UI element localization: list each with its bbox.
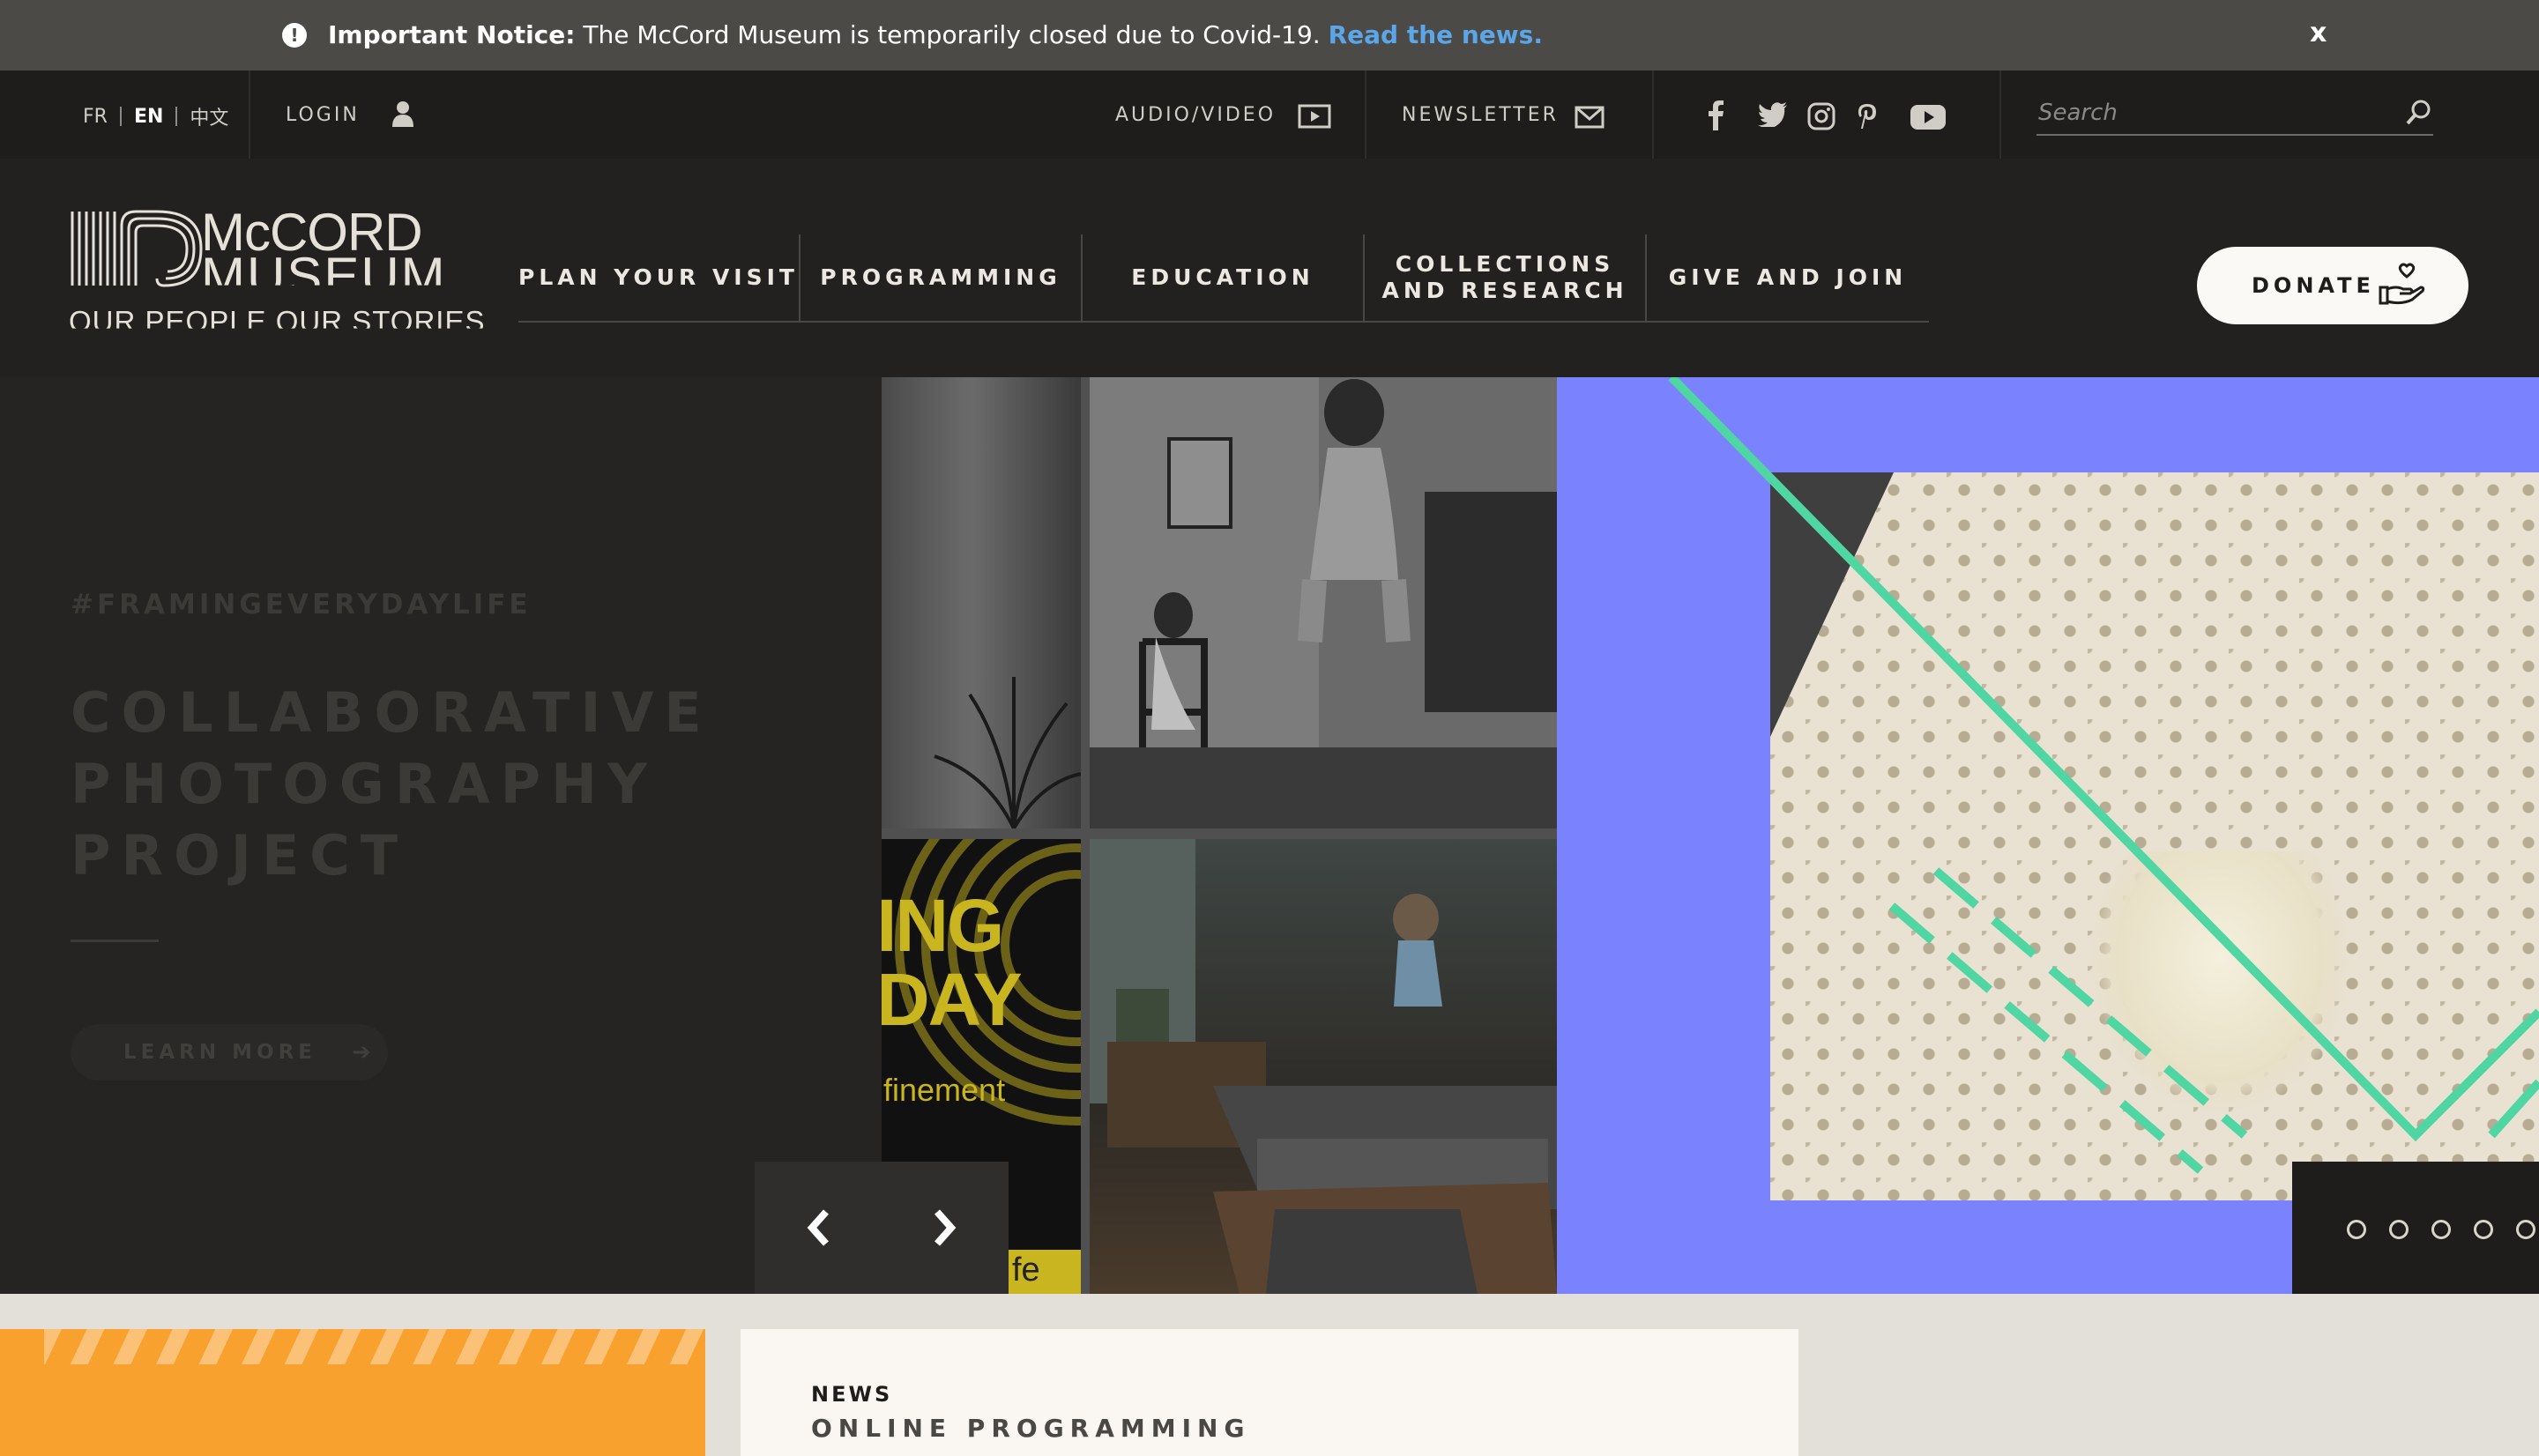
learn-more-button[interactable]: LEARN MORE ➔ bbox=[71, 1024, 388, 1081]
notice-text: Important Notice: The McCord Museum is t… bbox=[328, 19, 1543, 51]
login-link[interactable]: LOGIN bbox=[286, 104, 360, 126]
notice-message: The McCord Museum is temporarily closed … bbox=[583, 20, 1321, 49]
poster-text-4: fe bbox=[1012, 1252, 1040, 1289]
carousel-dot-4[interactable] bbox=[2474, 1220, 2493, 1239]
poster-text-3: finement bbox=[883, 1072, 1006, 1108]
living-room-illustration bbox=[1090, 839, 1557, 1294]
photo-living-room bbox=[1090, 839, 1557, 1294]
divider bbox=[1999, 71, 2001, 159]
nav-give-and-join[interactable]: GIVE AND JOIN bbox=[1645, 234, 1929, 321]
logo-line2: MUSEUM bbox=[201, 247, 447, 306]
search-input[interactable] bbox=[2036, 95, 2389, 130]
carousel-dot-1[interactable] bbox=[2347, 1220, 2366, 1239]
main-header: McCORD MUSEUM OUR PEOPLE OUR STORIES PLA… bbox=[0, 159, 2539, 377]
orange-stripes bbox=[44, 1329, 705, 1364]
notice-label: Important Notice: bbox=[328, 20, 576, 49]
divider bbox=[1652, 71, 1654, 159]
play-screen-icon[interactable] bbox=[1298, 104, 1331, 129]
orange-feature-card[interactable] bbox=[0, 1329, 705, 1456]
lang-fr[interactable]: FR bbox=[83, 106, 108, 128]
instagram-icon[interactable] bbox=[1807, 102, 1835, 130]
heart-hand-icon bbox=[2379, 263, 2425, 305]
plant-illustration bbox=[934, 677, 1081, 828]
boy-jumping-illustration bbox=[1090, 377, 1557, 828]
audio-video-link[interactable]: AUDIO/VIDEO bbox=[1115, 104, 1276, 126]
lang-zh[interactable]: 中文 bbox=[190, 102, 228, 130]
poster-text-2: DAY bbox=[882, 958, 1023, 1041]
read-news-link[interactable]: Read the news. bbox=[1329, 20, 1543, 49]
youtube-icon[interactable] bbox=[1910, 104, 1947, 130]
chevron-right-icon bbox=[934, 1209, 957, 1246]
mccord-logo[interactable]: McCORD MUSEUM OUR PEOPLE OUR STORIES bbox=[69, 206, 485, 340]
hero-title: COLLABORATIVE PHOTOGRAPHY PROJECT bbox=[71, 680, 712, 888]
divider bbox=[249, 71, 250, 159]
lang-en[interactable]: EN bbox=[134, 106, 163, 128]
lang-divider bbox=[175, 107, 178, 126]
primary-nav: PLAN YOUR VISIT PROGRAMMING EDUCATION CO… bbox=[518, 234, 1929, 323]
news-kicker: NEWS bbox=[811, 1382, 893, 1407]
notice-bar: ! Important Notice: The McCord Museum is… bbox=[0, 0, 2539, 71]
search-bar bbox=[2036, 95, 2433, 136]
carousel-dot-2[interactable] bbox=[2389, 1220, 2409, 1239]
donate-label: DONATE bbox=[2252, 273, 2375, 298]
poster-text-1: ING bbox=[882, 884, 1004, 967]
nav-programming[interactable]: PROGRAMMING bbox=[799, 234, 1081, 321]
news-card[interactable]: NEWS ONLINE PROGRAMMING bbox=[741, 1329, 1798, 1456]
nav-education[interactable]: EDUCATION bbox=[1081, 234, 1363, 321]
learn-more-label: LEARN MORE bbox=[123, 1041, 316, 1064]
carousel-next-button[interactable] bbox=[882, 1162, 1009, 1294]
poster-yellow-box: fe bbox=[1009, 1250, 1081, 1294]
utility-bar: FR EN 中文 LOGIN AUDIO/VIDEO NEWSLETTER bbox=[0, 71, 2539, 159]
logo-tagline: OUR PEOPLE OUR STORIES bbox=[69, 305, 486, 338]
pinterest-icon[interactable] bbox=[1857, 102, 1878, 130]
language-switcher: FR EN 中文 bbox=[83, 102, 228, 130]
hero-rule bbox=[71, 940, 159, 942]
carousel-dot-5[interactable] bbox=[2516, 1220, 2535, 1239]
arrow-right-icon: ➔ bbox=[352, 1039, 376, 1066]
hero-carousel: #FRAMINGEVERYDAYLIFE COLLABORATIVE PHOTO… bbox=[0, 377, 2539, 1294]
newsletter-link[interactable]: NEWSLETTER bbox=[1402, 104, 1559, 126]
photo-boy-jumping bbox=[1090, 377, 1557, 828]
carousel-prev-button[interactable] bbox=[755, 1162, 882, 1294]
lang-divider bbox=[119, 107, 122, 126]
photo-plant bbox=[882, 377, 1081, 828]
user-icon[interactable] bbox=[391, 100, 414, 127]
featured-object-panel bbox=[1557, 377, 2539, 1294]
logo-mark-icon bbox=[71, 210, 203, 287]
carousel-dot-3[interactable] bbox=[2431, 1220, 2451, 1239]
twitter-icon[interactable] bbox=[1758, 102, 1788, 127]
news-title: ONLINE PROGRAMMING bbox=[811, 1414, 1251, 1443]
close-notice-button[interactable]: x bbox=[2310, 18, 2327, 48]
hero-hashtag: #FRAMINGEVERYDAYLIFE bbox=[71, 589, 532, 620]
green-line-overlay bbox=[1668, 377, 2539, 1174]
carousel-dots bbox=[2292, 1162, 2539, 1294]
facebook-icon[interactable] bbox=[1707, 100, 1724, 130]
search-icon[interactable] bbox=[2405, 99, 2431, 127]
alert-icon: ! bbox=[282, 23, 307, 48]
nav-plan-your-visit[interactable]: PLAN YOUR VISIT bbox=[518, 234, 799, 321]
donate-button[interactable]: DONATE bbox=[2197, 247, 2468, 324]
hero-photo-collage: ING DAY finement fe bbox=[882, 377, 1557, 1294]
divider bbox=[1365, 71, 1366, 159]
mail-icon[interactable] bbox=[1575, 106, 1605, 129]
nav-collections-and-research[interactable]: COLLECTIONS AND RESEARCH bbox=[1363, 234, 1645, 321]
chevron-left-icon bbox=[807, 1209, 829, 1246]
